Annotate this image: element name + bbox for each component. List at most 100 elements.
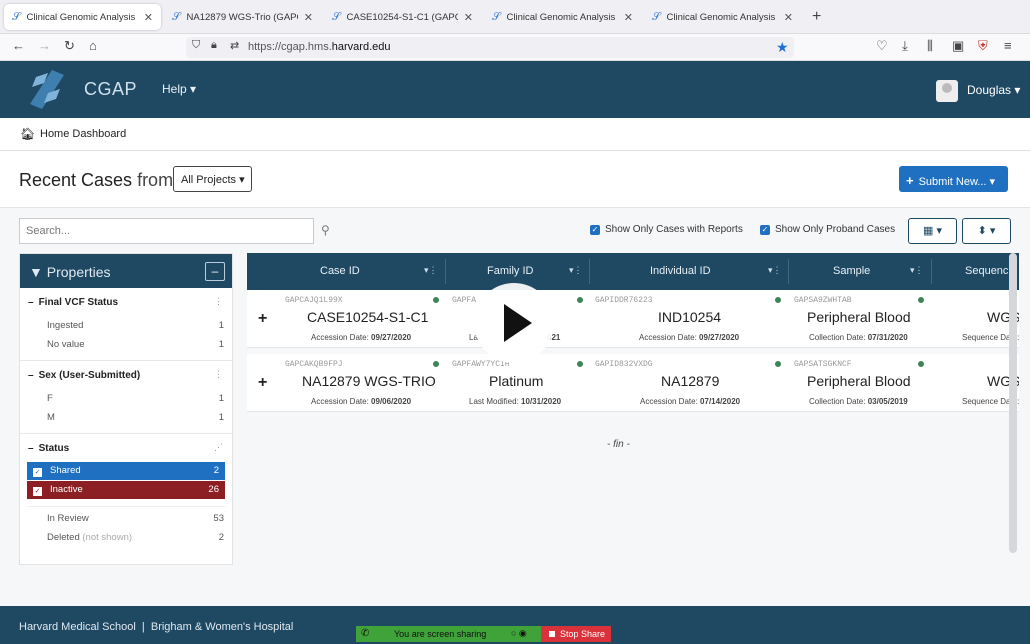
columns-button[interactable]: ▦ ▾ [908, 218, 957, 244]
column-header-family-id[interactable]: Family ID [487, 265, 533, 277]
facet-sex[interactable]: – Sex (User-Submitted) ⋮ F1 M1 [20, 361, 232, 434]
browser-tab[interactable]: 𝒮 NA12879 WGS-Trio (GAPCAKQ ✕ [164, 4, 321, 30]
shield-icon[interactable]: ⛉ [192, 39, 200, 52]
cgap-logo-icon[interactable] [22, 67, 70, 113]
case-cell[interactable]: GAPCAJQ1L99X CASE10254-S1-C1 Accession D… [285, 290, 445, 348]
status-dot [775, 297, 781, 303]
sequencing-cell[interactable]: WGS Sequence Date: [937, 290, 1019, 348]
help-menu[interactable]: Help ▾ [162, 82, 196, 96]
more-icon[interactable]: ⋮ [214, 369, 223, 380]
sort-icon[interactable]: ▾⋮ [768, 265, 782, 276]
close-tab-icon[interactable]: ✕ [784, 11, 793, 24]
individual-cell[interactable]: GAPIDDR76223 IND10254 Accession Date: 09… [595, 290, 788, 348]
facet-term[interactable]: No value 1 [20, 336, 232, 352]
browser-tab[interactable]: 𝒮 Clinical Genomic Analysis Platfo ✕ [4, 4, 161, 30]
pocket-icon[interactable]: ♡ [876, 38, 888, 54]
search-input[interactable]: Search... [19, 218, 314, 244]
sample-cell[interactable]: GAPSA9ZWHTAB Peripheral Blood Collection… [794, 290, 931, 348]
status-dot [918, 297, 924, 303]
screen-sharing-bar[interactable]: ✆ You are screen sharing ○ ◉ [356, 626, 541, 642]
project-select[interactable]: All Projects ▾ [173, 166, 252, 192]
facet-term-selected[interactable]: ✓ Shared 2 [27, 462, 225, 480]
play-icon[interactable] [474, 283, 554, 363]
close-tab-icon[interactable]: ✕ [464, 11, 473, 24]
menu-icon[interactable]: ≡ [1004, 38, 1012, 53]
sort-icon[interactable]: ▾⋮ [910, 265, 924, 276]
favicon-icon: 𝒮 [652, 10, 661, 23]
search-icon[interactable]: ⚲ [321, 223, 330, 237]
sort-icon[interactable]: ▾⋮ [569, 265, 583, 276]
plus-icon: + [906, 173, 914, 188]
facet-term-selected[interactable]: ✓ Inactive 26 [27, 481, 225, 499]
expand-row-icon[interactable]: + [258, 374, 267, 392]
column-header-individual-id[interactable]: Individual ID [650, 265, 711, 277]
facet-term[interactable]: Deleted (not shown) 2 [20, 529, 232, 545]
back-icon[interactable]: ← [12, 38, 25, 53]
url-bar[interactable]: ⛉ 🔒︎ ⇄ https://cgap.hms.harvard.edu ★ [186, 37, 794, 58]
facet-term[interactable]: M1 [20, 409, 232, 425]
show-reports-checkbox[interactable]: ✓ Show Only Cases with Reports [590, 224, 743, 235]
browser-tab[interactable]: 𝒮 Clinical Genomic Analysis Platfo ✕ [484, 4, 641, 30]
favicon-icon: 𝒮 [492, 10, 501, 23]
app-brand[interactable]: CGAP [84, 79, 137, 100]
browser-tab[interactable]: 𝒮 CASE10254-S1-C1 (GAPCAJQ1L ✕ [324, 4, 481, 30]
favicon-icon: 𝒮 [332, 10, 341, 23]
family-cell[interactable]: GAPFAWY7YCIH Platinum Last Modified: 10/… [452, 354, 589, 412]
stop-share-button[interactable]: Stop Share [541, 626, 611, 642]
avatar[interactable] [936, 80, 958, 102]
facet-panel: ▼ Properties – – Final VCF Status ⋮ Inges… [19, 253, 233, 565]
more-icon[interactable]: ⋮ [214, 296, 223, 307]
status-dot [433, 361, 439, 367]
status-dot [433, 297, 439, 303]
individual-cell[interactable]: GAPID832VXDG NA12879 Accession Date: 07/… [595, 354, 788, 412]
sort-icon[interactable]: ▾⋮ [424, 265, 438, 276]
new-tab-icon[interactable]: + [812, 8, 821, 26]
minus-icon: – [28, 370, 34, 381]
facet-final-vcf-status[interactable]: – Final VCF Status ⋮ Ingested 1 No value 1 [20, 288, 232, 361]
case-cell[interactable]: GAPCAKQB9FPJ NA12879 WGS-TRIO Accession … [285, 354, 445, 412]
facet-term[interactable]: F1 [20, 390, 232, 406]
main-content: Search... ⚲ ✓ Show Only Cases with Report… [0, 208, 1030, 606]
user-menu[interactable]: Douglas ▾ [967, 83, 1020, 97]
minus-icon: – [28, 443, 34, 454]
permissions-icon[interactable]: ⇄ [230, 39, 239, 52]
minus-icon: – [28, 297, 34, 308]
table-row[interactable]: + GAPCAKQB9FPJ NA12879 WGS-TRIO Accessio… [247, 354, 1019, 412]
sample-cell[interactable]: GAPSATSGKNCF Peripheral Blood Collection… [794, 354, 931, 412]
download-icon[interactable]: ⤓ [902, 38, 908, 54]
sort-options-button[interactable]: ⬍ ▾ [962, 218, 1011, 244]
show-proband-checkbox[interactable]: ✓ Show Only Proband Cases [760, 224, 895, 235]
facet-status[interactable]: – Status ⋰ ✓ Shared 2 ✓ Inactive 26 In Review… [20, 434, 232, 553]
checkbox-checked-icon: ✓ [590, 224, 600, 235]
home-icon[interactable]: 🏠︎ [20, 127, 35, 141]
table-row[interactable]: + GAPCAJQ1L99X CASE10254-S1-C1 Accession… [247, 290, 1019, 348]
submit-new-button[interactable]: + Submit New... ▾ [899, 166, 1008, 192]
more-icon[interactable]: ⋰ [214, 442, 223, 453]
close-tab-icon[interactable]: ✕ [304, 11, 313, 24]
close-tab-icon[interactable]: ✕ [624, 11, 633, 24]
facet-term[interactable]: Ingested 1 [20, 317, 232, 333]
facet-term[interactable]: In Review 53 [20, 510, 232, 526]
column-header-sample[interactable]: Sample [833, 265, 870, 277]
home-dashboard-link[interactable]: Home Dashboard [40, 128, 126, 140]
scrollbar[interactable] [1009, 253, 1017, 553]
sequencing-cell[interactable]: WGS Sequence Date: [937, 354, 1019, 412]
library-icon[interactable]: ⫼ [927, 38, 933, 54]
home-icon[interactable]: ⌂ [89, 38, 97, 53]
sharing-status-icon[interactable]: ○ ◉ [511, 628, 527, 639]
star-icon[interactable]: ★ [776, 39, 789, 56]
reload-icon[interactable]: ↻ [64, 38, 75, 54]
sidebar-icon[interactable]: ▣ [952, 38, 964, 54]
close-tab-icon[interactable]: ✕ [144, 11, 153, 24]
status-dot [775, 361, 781, 367]
collapse-facets-button[interactable]: – [205, 262, 225, 281]
expand-row-icon[interactable]: + [258, 310, 267, 328]
favicon-icon: 𝒮 [172, 10, 181, 23]
status-dot [577, 361, 583, 367]
forward-icon[interactable]: → [38, 38, 51, 53]
column-header-case-id[interactable]: Case ID [320, 265, 360, 277]
browser-tab[interactable]: 𝒮 Clinical Genomic Analysis Platfo ✕ [644, 4, 801, 30]
page-title-bar: Recent Cases from All Projects ▾ + Submit… [0, 151, 1030, 208]
extension-icon[interactable]: ⛨ [978, 38, 988, 54]
lock-icon[interactable]: 🔒︎ [211, 39, 217, 52]
